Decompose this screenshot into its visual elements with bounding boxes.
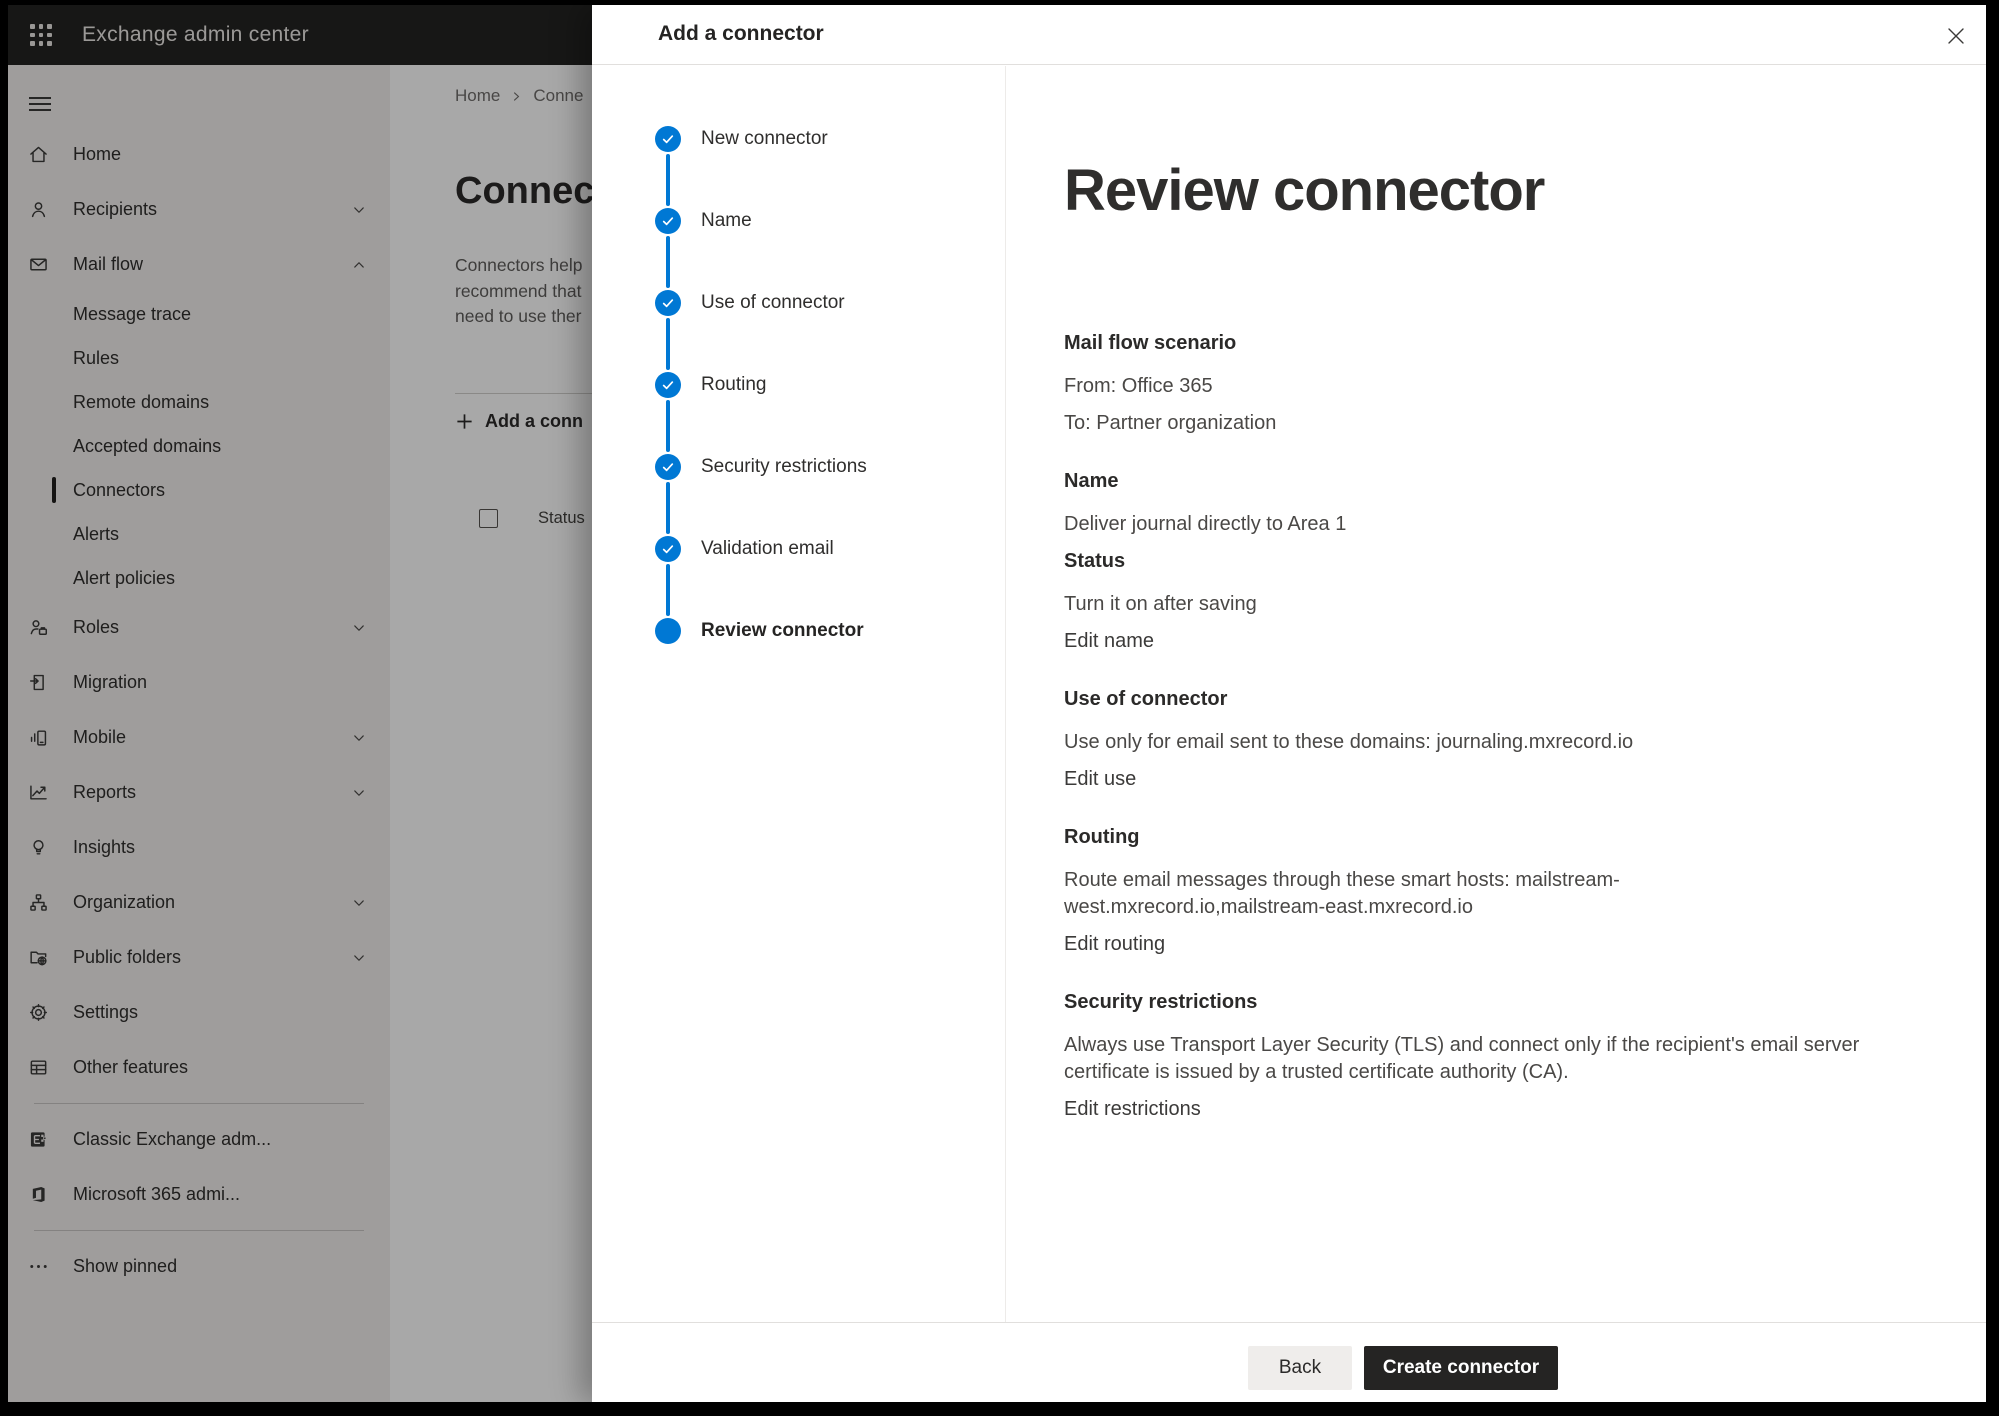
edit-name-link[interactable]: Edit name xyxy=(1064,628,1876,655)
review-section-name: Name Deliver journal directly to Area 1 xyxy=(1064,468,1926,538)
step-label: Use of connector xyxy=(701,292,845,314)
review-section-routing: Routing Route email messages through thes… xyxy=(1064,824,1926,958)
step-check-icon xyxy=(655,454,681,480)
screen: Exchange admin center HomeRecipientsMail… xyxy=(8,5,1986,1402)
step-connector-line xyxy=(666,564,670,616)
section-text: Route email messages through these smart… xyxy=(1064,867,1876,921)
step-check-icon xyxy=(655,126,681,152)
step-check-icon xyxy=(655,208,681,234)
section-text: Use only for email sent to these domains… xyxy=(1064,729,1876,756)
review-section-status: Status Turn it on after saving Edit name xyxy=(1064,548,1926,655)
step-label: Security restrictions xyxy=(701,456,867,478)
section-text: From: Office 365 xyxy=(1064,373,1876,400)
create-connector-button[interactable]: Create connector xyxy=(1364,1346,1558,1390)
add-connector-wizard: Add a connector New connector Name Use of … xyxy=(592,5,1986,1402)
back-button[interactable]: Back xyxy=(1248,1346,1352,1390)
section-text: Turn it on after saving xyxy=(1064,591,1876,618)
step-validation-email[interactable]: Validation email xyxy=(655,536,834,562)
step-current-dot xyxy=(655,618,681,644)
edit-restrictions-link[interactable]: Edit restrictions xyxy=(1064,1096,1876,1123)
step-new-connector[interactable]: New connector xyxy=(655,126,828,152)
step-connector-line xyxy=(666,236,670,288)
wizard-stepper: New connector Name Use of connector Routing… xyxy=(592,66,1006,1322)
section-heading: Security restrictions xyxy=(1064,989,1926,1016)
step-check-icon xyxy=(655,290,681,316)
step-connector-line xyxy=(666,318,670,370)
step-routing[interactable]: Routing xyxy=(655,372,767,398)
wizard-footer: Back Create connector xyxy=(592,1322,1986,1402)
step-label: New connector xyxy=(701,128,828,150)
edit-routing-link[interactable]: Edit routing xyxy=(1064,931,1876,958)
edit-use-link[interactable]: Edit use xyxy=(1064,766,1876,793)
section-text: Always use Transport Layer Security (TLS… xyxy=(1064,1032,1876,1086)
close-icon[interactable] xyxy=(1944,24,1968,48)
step-use-of-connector[interactable]: Use of connector xyxy=(655,290,845,316)
step-label: Name xyxy=(701,210,752,232)
review-sections: Mail flow scenario From: Office 365 To: Pa… xyxy=(1064,330,1926,1123)
section-heading: Mail flow scenario xyxy=(1064,330,1926,357)
wizard-body: New connector Name Use of connector Routing… xyxy=(592,66,1986,1322)
step-check-icon xyxy=(655,372,681,398)
step-review-connector[interactable]: Review connector xyxy=(655,618,864,644)
review-section-mail-flow-scenario: Mail flow scenario From: Office 365 To: Pa… xyxy=(1064,330,1926,437)
section-heading: Use of connector xyxy=(1064,686,1926,713)
review-section-security-restrictions: Security restrictions Always use Transpor… xyxy=(1064,989,1926,1123)
step-connector-line xyxy=(666,154,670,206)
step-security-restrictions[interactable]: Security restrictions xyxy=(655,454,867,480)
section-heading: Name xyxy=(1064,468,1926,495)
step-connector-line xyxy=(666,400,670,452)
step-label: Routing xyxy=(701,374,767,396)
review-heading: Review connector xyxy=(1064,158,1926,224)
wizard-title: Add a connector xyxy=(658,22,824,46)
step-connector-line xyxy=(666,482,670,534)
step-label: Review connector xyxy=(701,620,864,642)
step-label: Validation email xyxy=(701,538,834,560)
section-text: To: Partner organization xyxy=(1064,410,1876,437)
wizard-header: Add a connector xyxy=(592,5,1986,65)
section-text: Deliver journal directly to Area 1 xyxy=(1064,511,1876,538)
section-heading: Routing xyxy=(1064,824,1926,851)
review-panel: Review connector Mail flow scenario From:… xyxy=(1007,66,1986,1322)
section-heading: Status xyxy=(1064,548,1926,575)
step-name[interactable]: Name xyxy=(655,208,752,234)
step-check-icon xyxy=(655,536,681,562)
review-section-use-of-connector: Use of connector Use only for email sent … xyxy=(1064,686,1926,793)
